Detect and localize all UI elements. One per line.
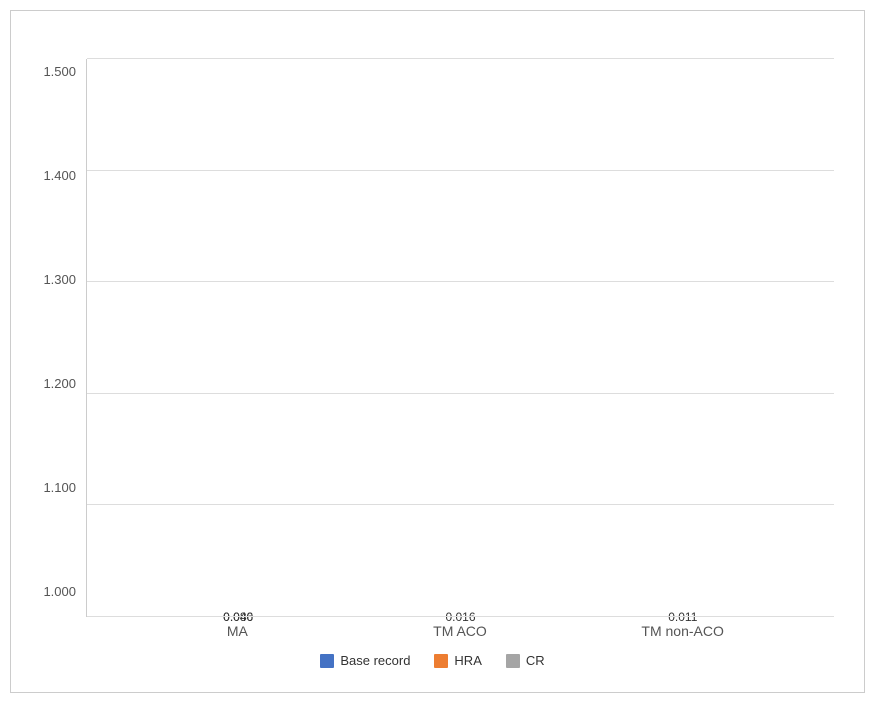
y-label-1200: 1.200 [43,376,76,391]
bar-value-cr: 0.080 [188,610,288,624]
chart-container: 1.500 1.400 1.300 1.200 1.100 1.000 1.29… [10,10,865,693]
grid-line [87,393,834,394]
grid-line [87,281,834,282]
legend-color-box [434,654,448,668]
grid-line [87,170,834,171]
legend-label: CR [526,653,545,668]
x-label-tm-non-aco: TM non-ACO [623,623,743,639]
legend-item: HRA [434,653,481,668]
chart-area: 1.500 1.400 1.300 1.200 1.100 1.000 1.29… [31,59,834,639]
y-axis: 1.500 1.400 1.300 1.200 1.100 1.000 [31,59,86,639]
legend-color-box [320,654,334,668]
grid-line [87,504,834,505]
bar-value-hra: 0.016 [410,610,510,624]
bar-value-hra: 0.011 [633,610,733,624]
legend-item: CR [506,653,545,668]
grid-line [87,616,834,617]
bars-row: 1.2900.0460.0801.2980.0161.2290.011 [87,59,834,617]
y-label-1300: 1.300 [43,272,76,287]
y-label-1400: 1.400 [43,168,76,183]
legend-item: Base record [320,653,410,668]
legend-label: HRA [454,653,481,668]
y-label-1500: 1.500 [43,64,76,79]
x-label-ma: MA [177,623,297,639]
bars-and-grid: 1.2900.0460.0801.2980.0161.2290.011 [86,59,834,617]
plot-area: 1.2900.0460.0801.2980.0161.2290.011 MA TM… [86,59,834,639]
y-label-1000: 1.000 [43,584,76,599]
y-label-1100: 1.100 [43,480,76,495]
grid-line [87,58,834,59]
legend-color-box [506,654,520,668]
legend: Base record HRA CR [31,653,834,668]
x-label-tm-aco: TM ACO [400,623,520,639]
legend-label: Base record [340,653,410,668]
